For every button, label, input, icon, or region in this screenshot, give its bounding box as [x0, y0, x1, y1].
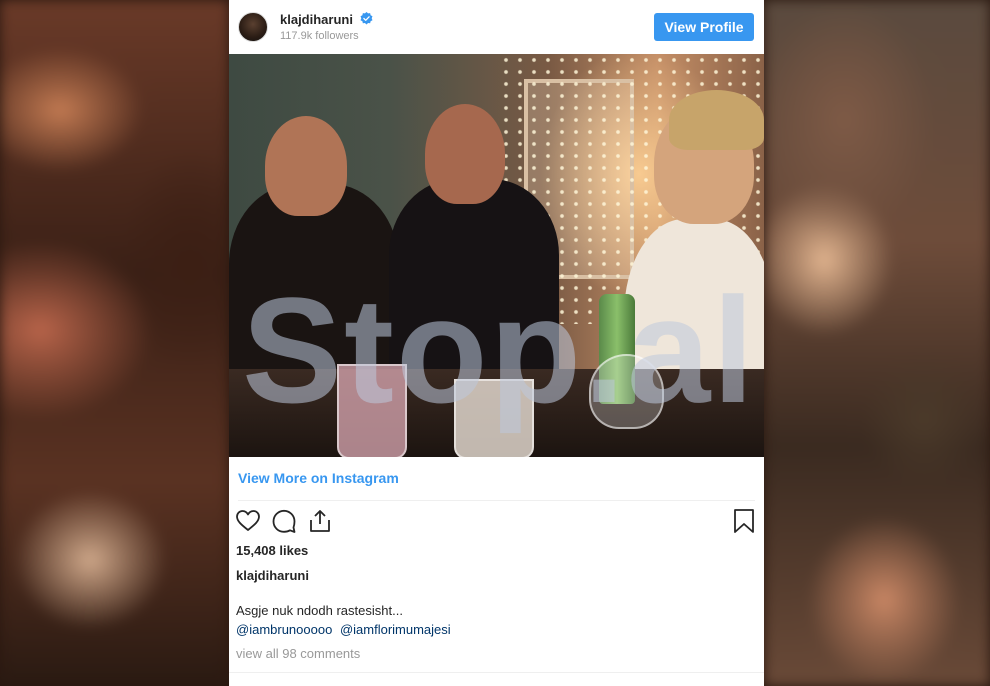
verified-badge-icon [360, 12, 373, 25]
photo-person-left-head [265, 116, 347, 216]
bookmark-icon[interactable] [731, 508, 757, 534]
instagram-embed-card: klajdiharuni 117.9k followers View Profi… [229, 0, 764, 686]
follower-count: 117.9k followers [280, 30, 359, 42]
post-header: klajdiharuni 117.9k followers View Profi… [229, 0, 764, 54]
heart-icon[interactable] [235, 508, 261, 534]
caption-mentions: @iambrunooooo @iamflorimumajesi [236, 622, 455, 637]
comment-icon[interactable] [271, 508, 297, 534]
blurred-background-right [764, 0, 990, 686]
mention-link[interactable]: @iambrunooooo [236, 622, 332, 637]
photo-person-middle-head [425, 104, 505, 204]
view-comments-link[interactable]: view all 98 comments [236, 646, 360, 661]
caption-username[interactable]: klajdiharuni [236, 568, 309, 583]
photo-person-right-hair [669, 90, 764, 150]
avatar[interactable] [238, 12, 268, 42]
watermark: Stop.al [241, 266, 757, 434]
share-icon[interactable] [307, 508, 333, 534]
post-photo[interactable]: Stop.al [229, 54, 764, 457]
view-more-link[interactable]: View More on Instagram [238, 470, 399, 486]
mention-link[interactable]: @iamflorimumajesi [340, 622, 451, 637]
like-count[interactable]: 15,408 likes [236, 543, 308, 558]
blurred-background-left [0, 0, 229, 686]
username[interactable]: klajdiharuni [280, 12, 353, 27]
caption-text: Asgje nuk ndodh rastesisht... [236, 603, 403, 618]
divider [229, 672, 764, 673]
divider [238, 500, 755, 501]
view-profile-button[interactable]: View Profile [654, 13, 754, 41]
